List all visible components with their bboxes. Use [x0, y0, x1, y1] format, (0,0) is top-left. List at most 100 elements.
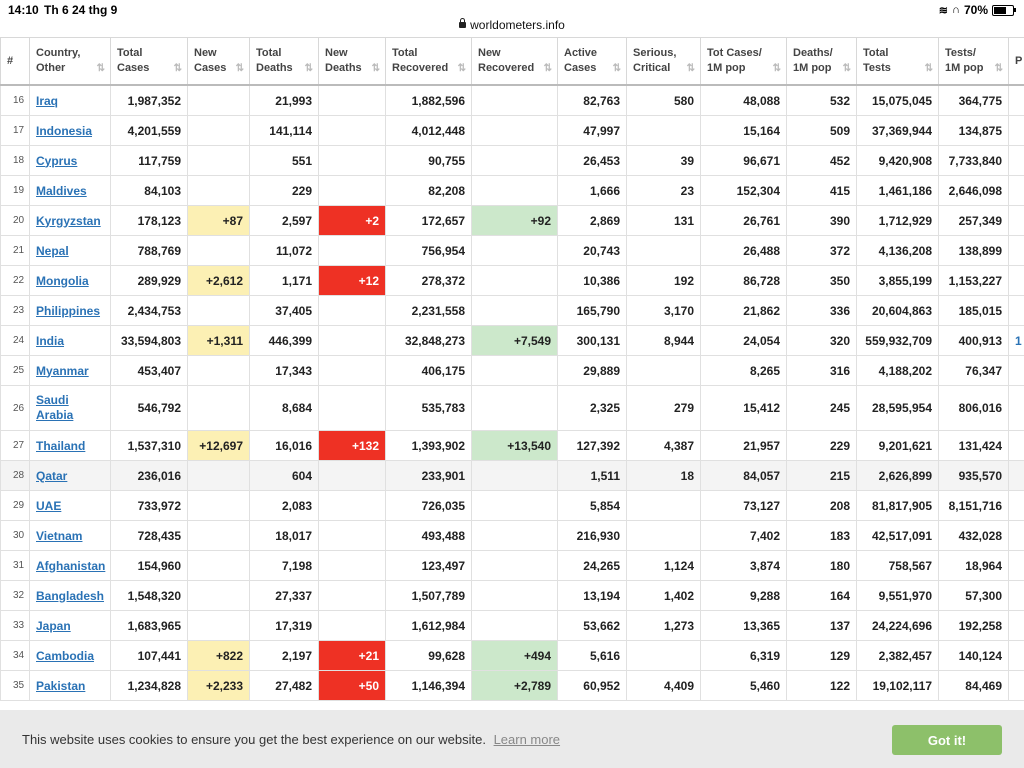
country-link[interactable]: Cyprus — [36, 154, 77, 168]
country-link[interactable]: Japan — [36, 619, 71, 633]
cell-active: 5,854 — [557, 490, 627, 521]
country-link[interactable]: Kyrgyzstan — [36, 214, 101, 228]
column-header-8[interactable]: Active Cases ⇅ — [557, 37, 627, 86]
cell-extra — [1008, 265, 1024, 296]
country-link[interactable]: Nepal — [36, 244, 69, 258]
country-link[interactable]: Vietnam — [36, 529, 82, 543]
country-link[interactable]: Cambodia — [36, 649, 94, 663]
address-bar[interactable]: worldometers.info — [0, 18, 1024, 32]
cell-total-recovered: 726,035 — [385, 490, 472, 521]
cell-cases-1m: 8,265 — [700, 355, 787, 386]
country-link[interactable]: Thailand — [36, 439, 85, 453]
cell-extra — [1008, 84, 1024, 116]
cell-tests-1m: 935,570 — [938, 460, 1009, 491]
country-link[interactable]: Maldives — [36, 184, 87, 198]
sort-icon[interactable]: ⇅ — [174, 61, 182, 76]
country-link[interactable]: Iraq — [36, 94, 58, 108]
column-header-7[interactable]: New Recovered ⇅ — [471, 37, 558, 86]
country-link[interactable]: Mongolia — [36, 274, 89, 288]
column-header-9[interactable]: Serious, Critical ⇅ — [626, 37, 701, 86]
sort-icon[interactable]: ⇅ — [995, 61, 1003, 76]
sort-icon[interactable]: ⇅ — [236, 61, 244, 76]
cell-new-cases — [187, 355, 250, 386]
cell-tests-1m: 131,424 — [938, 430, 1009, 461]
country-link[interactable]: Qatar — [36, 469, 67, 483]
column-header-13[interactable]: Tests/1M pop ⇅ — [938, 37, 1009, 86]
table-row: 22 Mongolia 289,929 +2,612 1,171 +12 278,372 10… — [0, 265, 1024, 296]
cell-total-deaths: 17,319 — [249, 610, 319, 641]
cell-total-tests: 9,420,908 — [856, 145, 939, 176]
column-header-6[interactable]: Total Recovered ⇅ — [385, 37, 472, 86]
column-header-11[interactable]: Deaths/1M pop ⇅ — [786, 37, 857, 86]
cell-cases-1m: 15,412 — [700, 385, 787, 431]
cell-active: 165,790 — [557, 295, 627, 326]
sort-icon[interactable]: ⇅ — [544, 61, 552, 76]
sort-icon[interactable]: ⇅ — [843, 61, 851, 76]
sort-icon[interactable]: ⇅ — [97, 61, 105, 76]
country-cell: Philippines — [29, 295, 111, 326]
sort-icon[interactable]: ⇅ — [687, 61, 695, 76]
cell-deaths-1m: 215 — [786, 460, 857, 491]
cell-tests-1m: 140,124 — [938, 640, 1009, 671]
column-header-3[interactable]: New Cases ⇅ — [187, 37, 250, 86]
cell-tests-1m: 364,775 — [938, 84, 1009, 116]
country-link[interactable]: Philippines — [36, 304, 100, 318]
cell-serious: 1,402 — [626, 580, 701, 611]
cell-new-recovered — [471, 520, 558, 551]
cell-total-recovered: 406,175 — [385, 355, 472, 386]
column-header-10[interactable]: Tot Cases/1M pop ⇅ — [700, 37, 787, 86]
column-header-line1: Total — [863, 47, 889, 59]
row-index: 33 — [0, 610, 30, 641]
country-cell: Saudi Arabia — [29, 385, 111, 431]
learn-more-link[interactable]: Learn more — [494, 732, 560, 747]
sort-icon[interactable]: ⇅ — [372, 61, 380, 76]
table-row: 19 Maldives 84,103 229 82,208 1,666 23 152,304 4… — [0, 175, 1024, 206]
country-link[interactable]: Saudi Arabia — [36, 393, 104, 423]
country-link[interactable]: Myanmar — [36, 364, 89, 378]
cell-new-recovered — [471, 84, 558, 116]
country-link[interactable]: India — [36, 334, 64, 348]
cell-total-recovered: 1,612,984 — [385, 610, 472, 641]
cell-total-tests: 3,855,199 — [856, 265, 939, 296]
covid-table-container[interactable]: # Country, Other ⇅ Total Cases ⇅ New Cases ⇅ Total… — [0, 37, 1024, 710]
country-link[interactable]: Afghanistan — [36, 559, 105, 573]
row-index: 29 — [0, 490, 30, 521]
column-header-12[interactable]: Total Tests ⇅ — [856, 37, 939, 86]
sort-icon[interactable]: ⇅ — [458, 61, 466, 76]
cell-new-cases — [187, 84, 250, 116]
cell-cases-1m: 15,164 — [700, 115, 787, 146]
country-link[interactable]: Bangladesh — [36, 589, 104, 603]
sort-icon[interactable]: ⇅ — [305, 61, 313, 76]
cell-tests-1m: 134,875 — [938, 115, 1009, 146]
cell-deaths-1m: 129 — [786, 640, 857, 671]
cell-extra — [1008, 175, 1024, 206]
column-header-1[interactable]: Country, Other ⇅ — [29, 37, 111, 86]
country-link[interactable]: Pakistan — [36, 679, 85, 693]
cell-total-tests: 28,595,954 — [856, 385, 939, 431]
status-time: 14:10 — [8, 3, 39, 17]
cell-total-recovered: 535,783 — [385, 385, 472, 431]
cell-serious: 1,273 — [626, 610, 701, 641]
cell-deaths-1m: 532 — [786, 84, 857, 116]
got-it-button[interactable]: Got it! — [892, 725, 1002, 755]
cell-cases-1m: 7,402 — [700, 520, 787, 551]
cell-deaths-1m: 372 — [786, 235, 857, 266]
country-link[interactable]: UAE — [36, 499, 61, 513]
cell-new-cases — [187, 115, 250, 146]
country-link[interactable]: Indonesia — [36, 124, 92, 138]
sort-icon[interactable]: ⇅ — [613, 61, 621, 76]
cell-new-recovered — [471, 550, 558, 581]
sort-icon[interactable]: ⇅ — [925, 61, 933, 76]
cell-active: 1,511 — [557, 460, 627, 491]
row-index: 32 — [0, 580, 30, 611]
cell-extra — [1008, 640, 1024, 671]
column-header-2[interactable]: Total Cases ⇅ — [110, 37, 188, 86]
cell-serious — [626, 520, 701, 551]
column-header-4[interactable]: Total Deaths ⇅ — [249, 37, 319, 86]
sort-icon[interactable]: ⇅ — [773, 61, 781, 76]
country-cell: Iraq — [29, 84, 111, 116]
cell-total-cases: 728,435 — [110, 520, 188, 551]
column-header-5[interactable]: New Deaths ⇅ — [318, 37, 386, 86]
cell-total-tests: 20,604,863 — [856, 295, 939, 326]
column-header-line2: P — [1015, 54, 1023, 67]
